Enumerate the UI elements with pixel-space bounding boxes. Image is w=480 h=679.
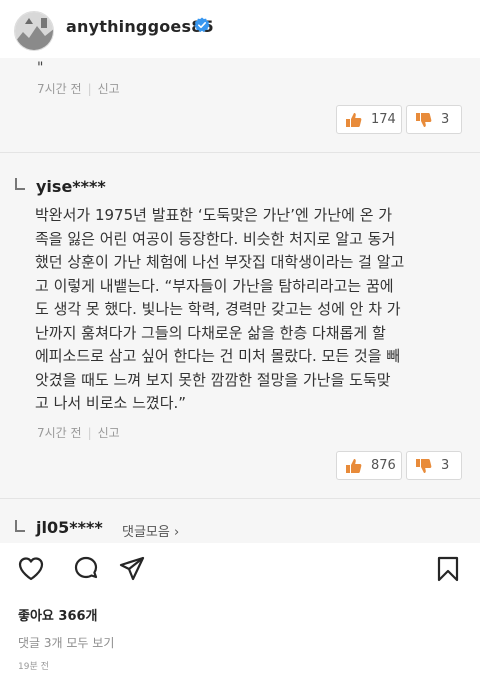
comment2-dislike-count: 3 <box>441 458 450 473</box>
action-bar <box>0 555 480 591</box>
comment2-like-button[interactable]: 876 <box>336 451 402 480</box>
avatar[interactable] <box>14 11 54 51</box>
reply-arrow-icon <box>15 178 25 190</box>
comment2-dislike-button[interactable]: 3 <box>406 451 462 480</box>
post-header: anythinggoes85 <box>0 0 480 58</box>
comment-icon[interactable] <box>72 555 100 583</box>
verified-badge-icon <box>194 17 210 33</box>
comment2-report-link[interactable]: 신고 <box>98 426 120 440</box>
comment2-time: 7시간 전 <box>37 426 82 440</box>
likes-count[interactable]: 좋아요 366개 <box>18 605 98 624</box>
comment1-like-count: 174 <box>371 112 396 127</box>
comment1-time: 7시간 전 <box>37 82 82 96</box>
post-timestamp: 19분 전 <box>18 662 49 672</box>
share-icon[interactable] <box>118 555 146 583</box>
comment3-author[interactable]: jl05**** <box>36 518 103 537</box>
comment1-meta: 7시간 전 | 신고 <box>37 82 120 96</box>
comment2-like-count: 876 <box>371 458 396 473</box>
bookmark-icon[interactable] <box>434 555 462 583</box>
reply-arrow-icon <box>15 520 25 532</box>
comment2-meta: 7시간 전 | 신고 <box>37 426 120 440</box>
view-all-comments-link[interactable]: 댓글 3개 모두 보기 <box>18 634 114 651</box>
thumbs-up-icon <box>346 458 362 473</box>
comment1-report-link[interactable]: 신고 <box>98 82 120 96</box>
comment2-author[interactable]: yise**** <box>36 177 106 196</box>
thumbs-down-icon <box>416 458 432 473</box>
comment2-text: 박완서가 1975년 발표한 ‘도둑맞은 가난’엔 가난에 온 가 족을 잃은 … <box>35 206 405 412</box>
post-image: " 7시간 전 | 신고 174 3 yise**** 박완서가 1975년 발표한… <box>0 58 480 543</box>
username[interactable]: anythinggoes85 <box>66 17 214 36</box>
comment-divider <box>0 152 480 153</box>
comment1-like-button[interactable]: 174 <box>336 105 402 134</box>
heart-icon[interactable] <box>17 555 45 583</box>
thumbs-down-icon <box>416 112 432 127</box>
thumbs-up-icon <box>346 112 362 127</box>
comment1-dislike-count: 3 <box>441 112 450 127</box>
comment-divider <box>0 498 480 499</box>
view-replies-link[interactable]: 댓글모음 › <box>122 521 179 540</box>
quote-tail-text: " <box>37 60 44 76</box>
comment1-dislike-button[interactable]: 3 <box>406 105 462 134</box>
